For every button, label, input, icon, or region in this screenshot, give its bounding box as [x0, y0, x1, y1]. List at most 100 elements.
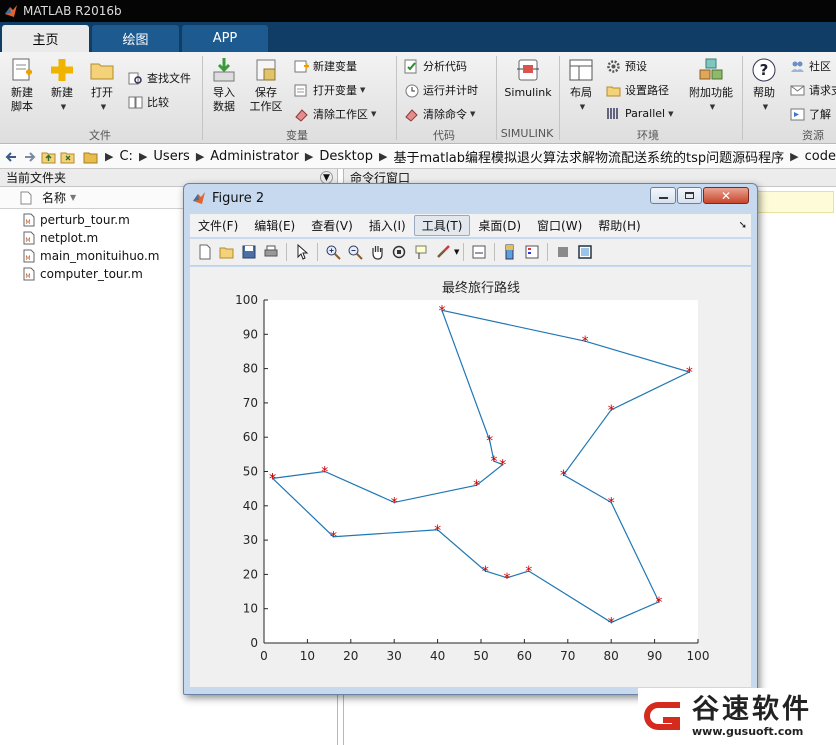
current-folder-title: 当前文件夹 [6, 171, 67, 185]
plot-svg[interactable]: 0 10 20 30 40 50 60 70 80 90 100 0 10 20 30 40 50 60 70 80 9… [190, 267, 751, 687]
addons-button[interactable]: 附加功能 ▼ [688, 56, 734, 114]
addons-dropdown-icon: ▼ [709, 103, 716, 111]
clear-workspace-button[interactable]: 清除工作区 ▼ [294, 106, 376, 122]
toolbar-separator [463, 243, 465, 261]
simulink-icon [517, 59, 539, 81]
menu-window[interactable]: 窗口(W) [529, 215, 590, 236]
menu-insert[interactable]: 插入(I) [361, 215, 414, 236]
maximize-button[interactable] [677, 187, 702, 204]
forward-arrow-icon[interactable] [21, 148, 38, 166]
city-point-marker: * [473, 478, 480, 494]
layout-button[interactable]: 布局 ▼ [565, 56, 597, 114]
preferences-button[interactable]: 预设 [606, 58, 647, 74]
import-data-button[interactable]: 导入 数据 [208, 56, 240, 114]
ribbon: 新建 脚本 新建 ▼ 打开 ▼ 查找文件 比较 文件 导入 数据 保存 工作区 … [0, 52, 836, 144]
print-icon[interactable] [260, 241, 282, 263]
edit-plot-arrow-icon[interactable] [291, 241, 313, 263]
minimize-button[interactable] [650, 187, 676, 204]
help-button[interactable]: ? 帮助 ▼ [748, 56, 780, 114]
help-label: 帮助 [753, 86, 775, 99]
tab-plots[interactable]: 绘图 [92, 25, 179, 52]
breadcrumb-project-folder[interactable]: 基于matlab编程模拟退火算法求解物流配送系统的tsp问题源码程序 [393, 147, 784, 166]
save-icon[interactable] [238, 241, 260, 263]
toolbar-separator [494, 243, 496, 261]
layout-dropdown-icon: ▼ [579, 103, 586, 111]
learn-label: 了解 [809, 108, 831, 121]
new-variable-button[interactable]: 新建变量 [294, 58, 357, 74]
y-tick-label: 10 [243, 602, 258, 616]
menu-file[interactable]: 文件(F) [190, 215, 246, 236]
link-plot-icon[interactable] [468, 241, 490, 263]
find-files-label: 查找文件 [147, 72, 191, 85]
breadcrumb-separator: ▶ [304, 150, 314, 163]
menu-edit[interactable]: 编辑(E) [246, 215, 303, 236]
dock-arrow-icon[interactable]: ➘ [739, 220, 747, 231]
open-file-icon[interactable] [216, 241, 238, 263]
svg-text:M: M [25, 273, 30, 280]
compare-button[interactable]: 比较 [128, 94, 169, 110]
menu-tools[interactable]: 工具(T) [413, 215, 471, 236]
new-figure-icon[interactable] [194, 241, 216, 263]
plot-area [264, 300, 698, 643]
group-label-environment: 环境 [637, 129, 659, 142]
breadcrumb-desktop[interactable]: Desktop [319, 149, 373, 164]
close-button[interactable]: ✕ [703, 187, 749, 204]
request-support-button[interactable]: 请求支 [790, 82, 836, 98]
breadcrumb-users[interactable]: Users [153, 149, 189, 164]
analyze-code-button[interactable]: 分析代码 [404, 58, 467, 74]
breadcrumb-code[interactable]: code [805, 149, 836, 164]
community-button[interactable]: 社区 [790, 58, 831, 74]
rotate-3d-icon[interactable] [388, 241, 410, 263]
brush-dropdown-icon[interactable]: ▼ [454, 248, 459, 256]
legend-icon[interactable] [521, 241, 543, 263]
tab-home[interactable]: 主页 [2, 25, 89, 52]
addons-cubes-icon [699, 58, 723, 80]
menu-desktop[interactable]: 桌面(D) [470, 215, 529, 236]
brush-icon[interactable] [432, 241, 454, 263]
m-file-icon: M [23, 267, 35, 281]
figure-canvas[interactable]: 0 10 20 30 40 50 60 70 80 90 100 0 10 20 30 40 50 60 70 80 9… [190, 267, 751, 687]
file-name: perturb_tour.m [40, 213, 130, 227]
addons-label: 附加功能 [689, 86, 733, 99]
data-cursor-icon[interactable] [410, 241, 432, 263]
save-workspace-icon [256, 59, 276, 81]
svg-text:M: M [25, 255, 30, 262]
new-script-button[interactable]: 新建 脚本 [6, 56, 38, 114]
x-tick-label: 0 [260, 649, 268, 663]
open-variable-label: 打开变量 [313, 84, 357, 97]
zoom-in-icon[interactable] [322, 241, 344, 263]
show-tools-icon[interactable] [574, 241, 596, 263]
simulink-button[interactable]: Simulink [503, 56, 553, 100]
open-variable-button[interactable]: 打开变量 ▼ [294, 82, 365, 98]
up-folder-icon[interactable] [40, 148, 57, 166]
find-files-button[interactable]: 查找文件 [128, 70, 191, 86]
pan-hand-icon[interactable] [366, 241, 388, 263]
tab-apps[interactable]: APP [182, 25, 268, 52]
save-workspace-button[interactable]: 保存 工作区 [248, 56, 284, 114]
breadcrumb-administrator[interactable]: Administrator [210, 149, 299, 164]
new-button[interactable]: 新建 ▼ [46, 56, 78, 114]
set-path-button[interactable]: 设置路径 [606, 82, 669, 98]
y-tick-label: 90 [243, 327, 258, 341]
run-and-time-icon [405, 84, 419, 97]
y-tick-label: 20 [243, 567, 258, 581]
back-arrow-icon[interactable] [2, 148, 19, 166]
colorbar-icon[interactable] [499, 241, 521, 263]
current-folder-address-bar: ▶ C: ▶ Users ▶ Administrator ▶ Desktop ▶… [0, 145, 836, 169]
city-point-marker: * [499, 458, 506, 474]
import-data-label: 导入 数据 [213, 86, 235, 113]
hide-tools-icon[interactable] [552, 241, 574, 263]
run-and-time-button[interactable]: 运行并计时 [404, 82, 478, 98]
menu-help[interactable]: 帮助(H) [590, 215, 648, 236]
breadcrumb-drive[interactable]: C: [119, 149, 132, 164]
svg-text:M: M [25, 237, 30, 244]
clear-commands-button[interactable]: 清除命令 ▼ [404, 106, 475, 122]
city-point-marker: * [482, 564, 489, 580]
new-variable-label: 新建变量 [313, 60, 357, 73]
learn-button[interactable]: 了解 [790, 106, 831, 122]
parallel-button[interactable]: Parallel ▼ [606, 106, 673, 121]
menu-view[interactable]: 查看(V) [303, 215, 361, 236]
open-button[interactable]: 打开 ▼ [86, 56, 118, 114]
zoom-out-icon[interactable] [344, 241, 366, 263]
browse-folder-icon[interactable] [59, 148, 76, 166]
